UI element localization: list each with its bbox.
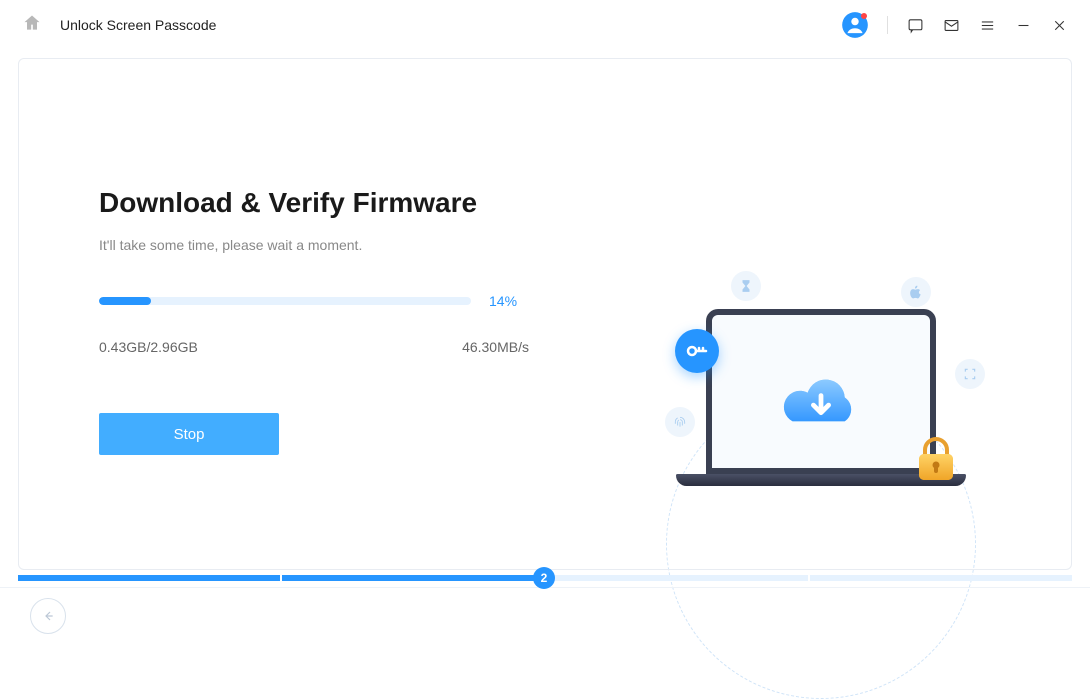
menu-icon[interactable] <box>978 16 996 34</box>
content-left: Download & Verify Firmware It'll take so… <box>99 187 529 455</box>
header-left: Unlock Screen Passcode <box>22 13 216 38</box>
profile-icon[interactable] <box>841 11 869 39</box>
page-title: Unlock Screen Passcode <box>60 17 216 33</box>
step-1 <box>18 575 280 581</box>
hourglass-icon <box>731 271 761 301</box>
minimize-icon[interactable] <box>1014 16 1032 34</box>
heading: Download & Verify Firmware <box>99 187 529 219</box>
close-icon[interactable] <box>1050 16 1068 34</box>
apple-icon <box>901 277 931 307</box>
progress-bar <box>99 297 471 305</box>
stats-row: 0.43GB/2.96GB 46.30MB/s <box>99 339 529 355</box>
illustration <box>651 249 991 509</box>
scan-icon <box>955 359 985 389</box>
progress-fill <box>99 297 151 305</box>
header-bar: Unlock Screen Passcode <box>0 0 1090 50</box>
home-icon[interactable] <box>22 13 42 38</box>
subheading: It'll take some time, please wait a mome… <box>99 237 529 253</box>
lock-icon <box>911 434 961 484</box>
mail-icon[interactable] <box>942 16 960 34</box>
download-speed: 46.30MB/s <box>462 339 529 355</box>
fingerprint-icon <box>665 407 695 437</box>
step-bar: 2 <box>18 575 1072 581</box>
main-card: Download & Verify Firmware It'll take so… <box>18 58 1072 570</box>
download-size: 0.43GB/2.96GB <box>99 339 198 355</box>
step-2: 2 <box>282 575 544 581</box>
step-4 <box>810 575 1072 581</box>
progress-row: 14% <box>99 293 529 309</box>
step-3 <box>546 575 808 581</box>
progress-percent: 14% <box>489 293 529 309</box>
notification-dot-icon <box>861 13 867 19</box>
key-badge-icon <box>675 329 719 373</box>
feedback-icon[interactable] <box>906 16 924 34</box>
header-right <box>841 11 1068 39</box>
step-marker: 2 <box>533 567 555 589</box>
footer <box>0 587 1090 643</box>
cloud-download-icon <box>774 369 869 434</box>
back-button[interactable] <box>30 598 66 634</box>
divider <box>887 16 888 34</box>
stop-button[interactable]: Stop <box>99 413 279 455</box>
